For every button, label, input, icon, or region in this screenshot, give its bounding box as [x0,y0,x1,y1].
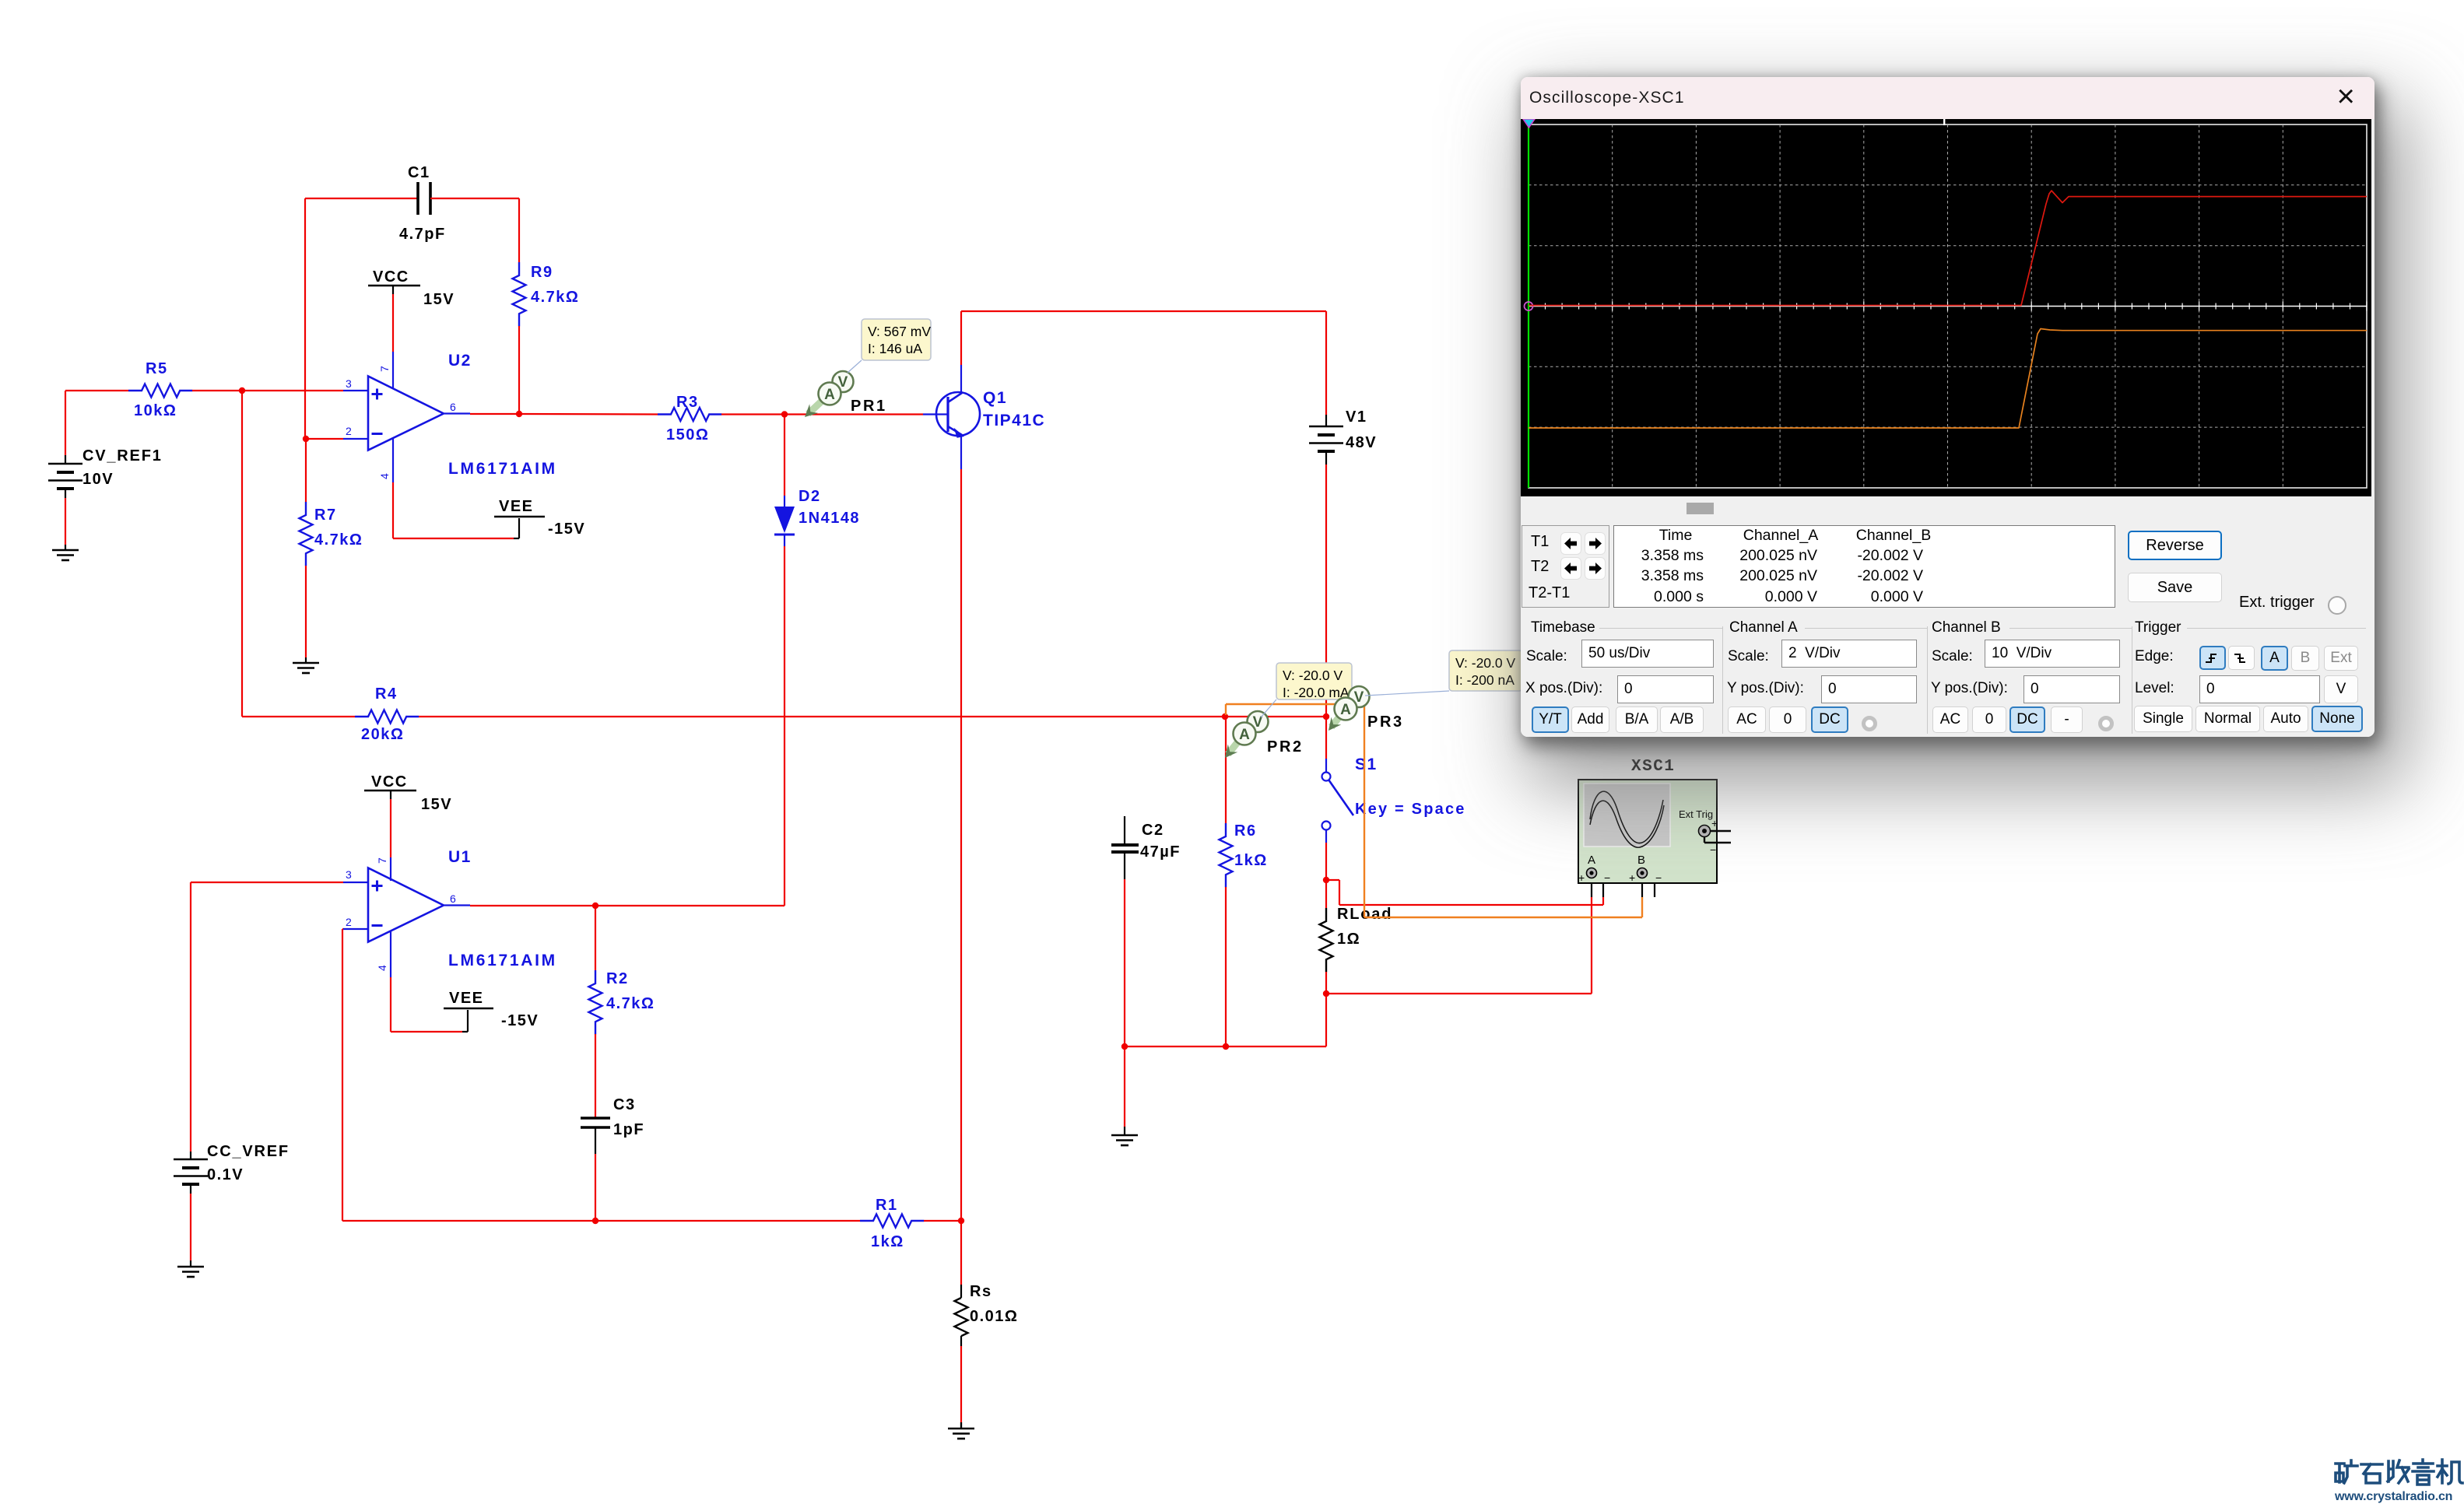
svg-text:U2: U2 [448,352,472,370]
svg-text:15V: 15V [421,796,452,813]
svg-text:20kΩ: 20kΩ [361,726,404,743]
svg-text:3: 3 [346,868,352,881]
svg-text:0.01Ω: 0.01Ω [970,1308,1018,1325]
svg-text:TIP41C: TIP41C [983,412,1045,429]
svg-text:4.7kΩ: 4.7kΩ [606,995,655,1012]
svg-text:C3: C3 [613,1096,636,1113]
svg-text:PR1: PR1 [851,398,887,415]
svg-text:6: 6 [450,401,456,413]
svg-text:I: 146 uA: I: 146 uA [868,341,922,356]
svg-text:V: -20.0 V: V: -20.0 V [1455,655,1515,671]
svg-text:0.1V: 0.1V [207,1166,244,1183]
svg-text:1kΩ: 1kΩ [871,1233,904,1250]
svg-text:A: A [824,387,835,403]
svg-text:LM6171AIM: LM6171AIM [448,460,557,478]
svg-text:R2: R2 [606,970,629,987]
svg-text:1N4148: 1N4148 [799,510,860,527]
svg-text:A: A [1340,702,1351,718]
svg-text:C1: C1 [408,164,430,181]
svg-text:R3: R3 [676,394,699,411]
svg-text:V1: V1 [1346,408,1367,426]
svg-text:R6: R6 [1234,822,1257,840]
svg-text:A: A [1588,854,1595,867]
svg-text:R5: R5 [146,360,168,377]
svg-text:LM6171AIM: LM6171AIM [448,952,557,969]
svg-text:PR3: PR3 [1367,713,1404,731]
svg-text:15V: 15V [423,291,455,308]
svg-text:A: A [1239,727,1250,743]
svg-text:−: − [1604,871,1610,884]
svg-text:V: -20.0 V: V: -20.0 V [1283,668,1343,683]
svg-text:CC_VREF: CC_VREF [207,1143,290,1160]
svg-text:4: 4 [378,473,391,479]
svg-text:Ext Trig: Ext Trig [1679,808,1713,820]
svg-text:2: 2 [346,916,352,928]
svg-text:VEE: VEE [449,990,484,1007]
svg-text:U1: U1 [448,848,472,866]
svg-text:Key = Space: Key = Space [1355,801,1466,818]
svg-text:D2: D2 [799,488,821,505]
svg-text:−: − [1710,843,1716,856]
svg-text:+: + [1711,817,1718,829]
svg-text:+: + [1578,871,1585,884]
svg-text:1kΩ: 1kΩ [1234,852,1268,869]
svg-text:B: B [1637,854,1645,867]
svg-text:150Ω: 150Ω [666,426,709,443]
svg-text:S1: S1 [1355,756,1378,773]
svg-text:2: 2 [346,425,352,437]
svg-text:XSC1: XSC1 [1631,758,1675,776]
svg-text:VEE: VEE [499,498,534,515]
svg-text:6: 6 [450,892,456,905]
svg-text:−: − [1655,871,1662,884]
svg-text:R4: R4 [375,685,398,703]
svg-text:R7: R7 [314,507,337,524]
svg-text:-15V: -15V [501,1012,539,1029]
svg-text:10kΩ: 10kΩ [134,402,177,419]
svg-text:1Ω: 1Ω [1337,931,1360,948]
svg-text:I: -20.0 mA: I: -20.0 mA [1283,685,1350,700]
svg-text:I: -200 nA: I: -200 nA [1455,672,1515,688]
svg-text:CV_REF1: CV_REF1 [82,447,163,465]
svg-text:PR2: PR2 [1267,738,1304,756]
svg-text:4.7kΩ: 4.7kΩ [531,289,579,306]
svg-text:VCC: VCC [371,773,408,791]
svg-text:7: 7 [376,857,388,864]
svg-text:10V: 10V [82,471,114,488]
svg-text:Rs: Rs [970,1283,992,1300]
svg-text:48V: 48V [1346,434,1377,451]
svg-text:1pF: 1pF [613,1121,644,1138]
svg-text:3: 3 [346,377,352,390]
svg-text:4.7pF: 4.7pF [399,226,446,243]
svg-text:R9: R9 [531,264,553,281]
svg-text:+: + [1629,871,1635,884]
svg-text:47µF: 47µF [1140,843,1181,861]
svg-text:VCC: VCC [373,268,409,286]
svg-text:7: 7 [378,366,391,372]
svg-text:C2: C2 [1142,822,1164,839]
svg-text:4.7kΩ: 4.7kΩ [314,531,363,549]
svg-text:Q1: Q1 [983,389,1007,407]
svg-text:V: 567 mV: V: 567 mV [868,324,931,339]
svg-text:4: 4 [376,965,388,971]
svg-text:-15V: -15V [548,521,585,538]
svg-text:R1: R1 [876,1197,898,1214]
